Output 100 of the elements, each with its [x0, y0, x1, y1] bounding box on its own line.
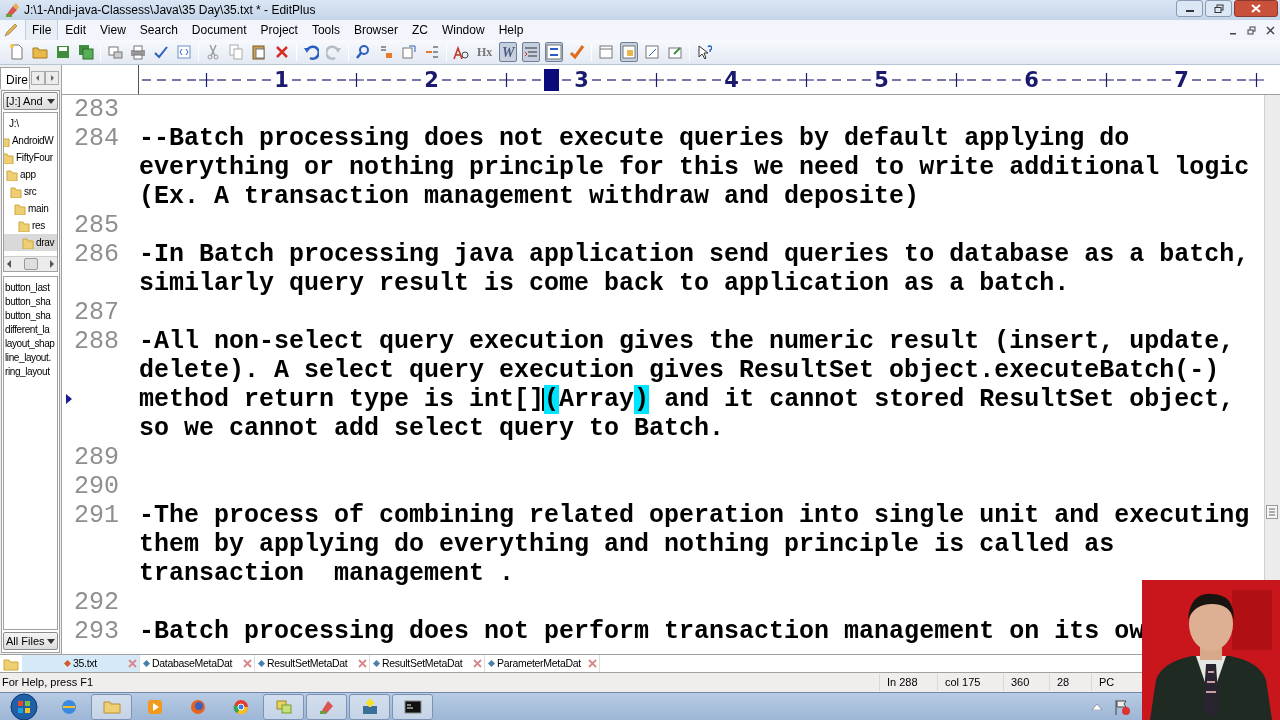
- scroll-right-icon[interactable]: [49, 260, 55, 268]
- toolbar-button[interactable]: Hx: [475, 42, 495, 62]
- minimize-button[interactable]: [1176, 0, 1203, 17]
- file-tab[interactable]: 35.txt: [22, 655, 140, 672]
- diamond-icon: [258, 660, 265, 667]
- matched-bracket: ): [634, 385, 650, 414]
- folder-icon: [18, 219, 30, 232]
- print-preview-icon[interactable]: [107, 44, 123, 60]
- search-icon[interactable]: [355, 44, 371, 60]
- close-tab-icon[interactable]: [243, 659, 252, 668]
- text-line: so we cannot add select query to Batch.: [139, 414, 725, 443]
- close-tab-icon[interactable]: [473, 659, 482, 668]
- checkmark-icon[interactable]: [569, 44, 586, 60]
- drive-dropdown[interactable]: [J:] And: [3, 92, 58, 110]
- menu-item[interactable]: Search: [132, 19, 185, 41]
- scroll-left-icon[interactable]: [6, 260, 12, 268]
- undo-icon[interactable]: [303, 44, 319, 60]
- file-list-item[interactable]: button_last: [5, 280, 57, 294]
- close-tab-icon[interactable]: [358, 659, 367, 668]
- window-icon[interactable]: [598, 44, 615, 60]
- printer-icon[interactable]: [130, 44, 146, 60]
- tree-item[interactable]: J:\: [4, 115, 57, 132]
- document-icon[interactable]: [644, 44, 661, 60]
- paste-icon[interactable]: [251, 44, 267, 60]
- ruler-cursor: [544, 69, 559, 91]
- window-title: J:\1-Andi-java-Classess\Java\35 Day\35.txt * - EditPlus: [24, 2, 316, 19]
- tree-item[interactable]: main: [4, 200, 57, 217]
- file-list-item[interactable]: button_sha: [5, 294, 57, 308]
- menu-item[interactable]: Project: [253, 19, 305, 41]
- scroll-left-icon[interactable]: [31, 71, 45, 85]
- toolbar-button[interactable]: W: [499, 42, 518, 62]
- line-number: 292: [74, 588, 119, 617]
- dropdown-arrow-icon: [47, 638, 55, 644]
- export-icon[interactable]: [667, 44, 684, 60]
- goto-icon[interactable]: [401, 44, 417, 60]
- diamond-icon: [373, 660, 380, 667]
- close-tab-icon[interactable]: [128, 659, 137, 668]
- file-list-item[interactable]: button_sha: [5, 308, 57, 322]
- save-all-icon[interactable]: [78, 44, 94, 60]
- menu-item[interactable]: ZC: [404, 19, 435, 41]
- menu-item[interactable]: File: [25, 19, 59, 41]
- save-icon[interactable]: [55, 44, 71, 60]
- tree-item[interactable]: src: [4, 183, 57, 200]
- delete-icon[interactable]: [274, 44, 290, 60]
- file-list-item[interactable]: ring_layout: [5, 364, 57, 378]
- terminal-icon[interactable]: [403, 697, 422, 716]
- file-list-item[interactable]: different_la: [5, 322, 57, 336]
- word-wrap-icon[interactable]: [523, 44, 540, 60]
- restore-button[interactable]: [1205, 0, 1232, 17]
- spell-check-icon[interactable]: [153, 44, 169, 60]
- plus-app-icon[interactable]: [360, 697, 379, 716]
- start-button[interactable]: [10, 692, 38, 720]
- scroll-right-icon[interactable]: [45, 71, 59, 85]
- text-line: transaction management .: [139, 559, 515, 588]
- replace-icon[interactable]: [378, 44, 394, 60]
- menu-item[interactable]: View: [93, 19, 133, 41]
- diamond-icon: [64, 660, 71, 667]
- close-tab-icon[interactable]: [588, 659, 597, 668]
- cut-icon[interactable]: [205, 44, 221, 60]
- font-icon[interactable]: [453, 44, 469, 60]
- panel-icon[interactable]: [621, 44, 638, 60]
- horizontal-scrollbar[interactable]: [4, 256, 57, 271]
- tree-item[interactable]: AndroidW: [4, 132, 57, 149]
- file-tab[interactable]: ResultSetMetaDat: [255, 655, 370, 672]
- play-icon[interactable]: [145, 697, 164, 716]
- folder-icon[interactable]: [32, 44, 48, 60]
- menu-item[interactable]: Help: [491, 19, 531, 41]
- tree-item[interactable]: drav: [4, 234, 57, 251]
- line-numbers-icon[interactable]: [424, 44, 440, 60]
- menu-item[interactable]: Document: [184, 19, 254, 41]
- file-list-item[interactable]: line_layout.: [5, 350, 57, 364]
- code-text: Array: [559, 385, 635, 414]
- globe-icon[interactable]: [59, 697, 78, 716]
- file-tab[interactable]: ResultSetMetaDat: [370, 655, 485, 672]
- sidebar-tab[interactable]: Dire: [0, 67, 30, 89]
- close-button[interactable]: [1234, 0, 1278, 17]
- flag-icon[interactable]: [1114, 698, 1130, 715]
- filter-dropdown[interactable]: All Files: [3, 632, 58, 650]
- splitter-icon[interactable]: [1266, 505, 1278, 519]
- menu-item[interactable]: Tools: [304, 19, 347, 41]
- text-line: delete). A select query execution gives ResultSet object.executeBatch(-): [139, 356, 1220, 385]
- tree-item[interactable]: app: [4, 166, 57, 183]
- help-pointer-icon[interactable]: [696, 44, 713, 60]
- sort-icon[interactable]: [546, 44, 563, 60]
- mdi-restore-icon[interactable]: [1246, 24, 1257, 36]
- menu-item[interactable]: Browser: [346, 19, 405, 41]
- file-list-item[interactable]: layout_shap: [5, 336, 57, 350]
- browser-icon[interactable]: [176, 44, 192, 60]
- file-tab[interactable]: ParameterMetaDat: [485, 655, 600, 672]
- tree-item[interactable]: res: [4, 217, 57, 234]
- tree-item[interactable]: FiftyFour: [4, 149, 57, 166]
- file-tab[interactable]: DatabaseMetaDat: [140, 655, 255, 672]
- menu-item[interactable]: Window: [434, 19, 492, 41]
- scrollbar-thumb[interactable]: [23, 258, 38, 270]
- new-file-icon[interactable]: [9, 44, 25, 60]
- tray-arrow-icon[interactable]: [1092, 703, 1102, 710]
- menu-item[interactable]: Edit: [58, 19, 94, 41]
- folder-icon: [10, 185, 22, 198]
- browser-icon[interactable]: [188, 697, 207, 716]
- mdi-close-icon[interactable]: [1265, 24, 1276, 36]
